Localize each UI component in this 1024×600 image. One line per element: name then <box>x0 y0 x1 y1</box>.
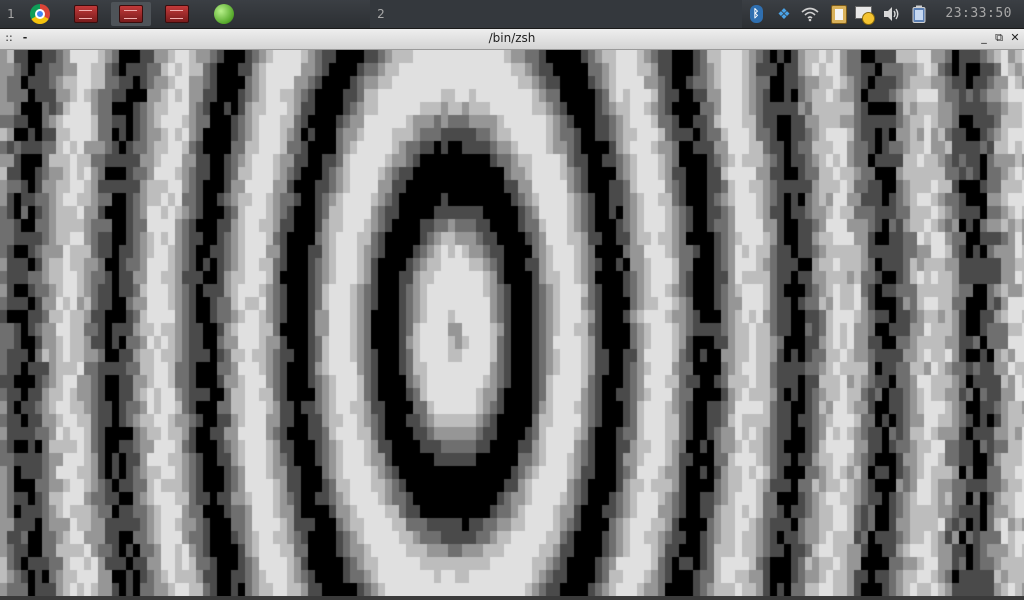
clipboard-icon <box>831 4 847 24</box>
bluetooth-tray[interactable]: ᛒ <box>746 4 766 24</box>
task-terminal-1[interactable] <box>66 2 106 26</box>
window-bottom-edge <box>0 596 1024 600</box>
workspace-2-button[interactable]: 2 <box>372 7 390 21</box>
wifi-icon <box>801 7 819 22</box>
workspace-1-button[interactable]: 1 <box>2 7 20 21</box>
task-chrome[interactable] <box>20 2 60 26</box>
chrome-icon <box>30 4 50 24</box>
mail-notify-tray[interactable] <box>854 4 875 25</box>
dropbox-icon: ❖ <box>777 5 791 23</box>
terminal-app-icon <box>119 5 143 23</box>
terminal-app-icon <box>165 5 189 23</box>
clock: 23:33:50 <box>945 6 1012 21</box>
ascii-ripple-pattern <box>0 50 1024 596</box>
maximize-button[interactable]: ⧉ <box>992 31 1006 45</box>
mail-notify-icon <box>855 6 875 25</box>
terminal-app-icon <box>74 5 98 23</box>
top-panel: 1 2 ᛒ ❖ 23:33:50 <box>0 0 1024 29</box>
battery-tray[interactable] <box>909 4 929 24</box>
task-terminal-2-active[interactable] <box>111 2 151 26</box>
workspace-2-area[interactable] <box>370 0 742 28</box>
close-button[interactable]: ✕ <box>1008 31 1022 45</box>
terminal-output[interactable] <box>0 50 1024 596</box>
window-title: /bin/zsh <box>488 31 536 45</box>
task-terminal-3[interactable] <box>157 2 197 26</box>
wifi-tray[interactable] <box>800 4 820 24</box>
clipboard-tray[interactable] <box>829 4 849 24</box>
dropbox-tray[interactable]: ❖ <box>774 4 794 24</box>
minimize-button[interactable]: _ <box>977 31 991 45</box>
volume-icon <box>884 7 899 21</box>
bluetooth-icon: ᛒ <box>749 5 763 23</box>
battery-icon <box>912 5 926 23</box>
window-titlebar[interactable]: :: - /bin/zsh _ ⧉ ✕ <box>0 29 1024 50</box>
volume-tray[interactable] <box>882 4 902 24</box>
task-green-app[interactable] <box>204 2 244 26</box>
green-ball-icon <box>214 4 234 24</box>
